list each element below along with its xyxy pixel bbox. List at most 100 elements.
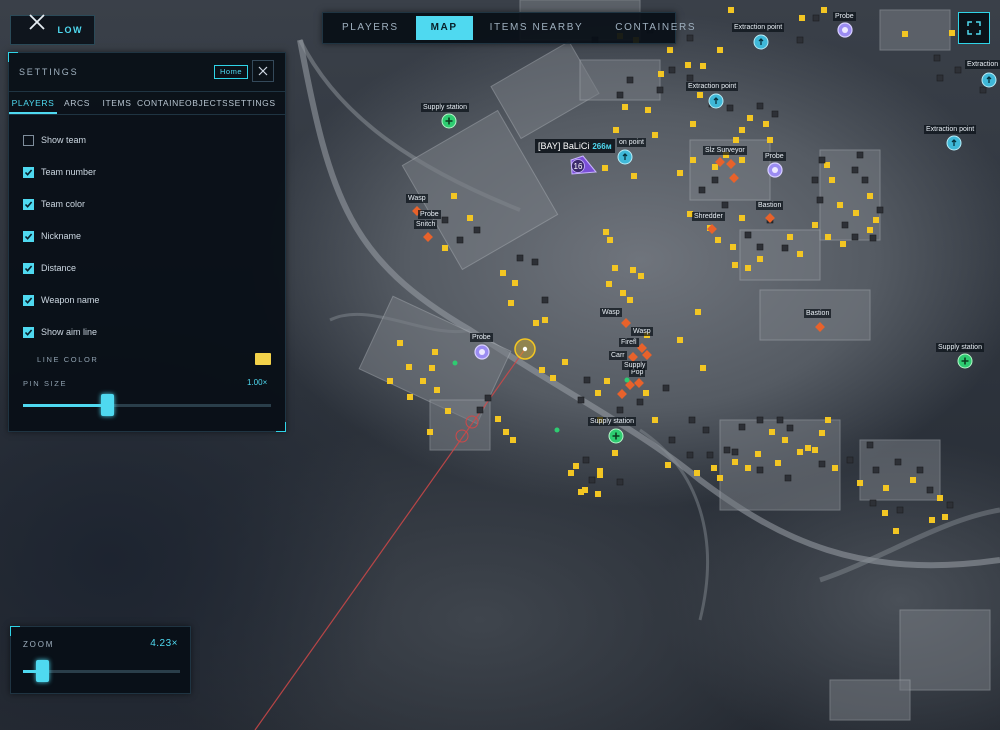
checkbox[interactable] bbox=[23, 262, 34, 274]
pin-size-slider[interactable] bbox=[23, 404, 271, 407]
option-team-color[interactable]: Team color bbox=[23, 196, 85, 212]
fullscreen-button[interactable] bbox=[958, 12, 990, 44]
container-marker bbox=[841, 221, 849, 229]
loot-marker bbox=[602, 165, 608, 171]
main-tabs: PLAYERS MAP ITEMS NEARBY CONTAINERS bbox=[322, 12, 695, 44]
loot-marker bbox=[711, 465, 717, 471]
checkbox[interactable] bbox=[23, 166, 34, 178]
map-label: Wasp bbox=[631, 327, 653, 336]
zoom-slider-thumb[interactable] bbox=[35, 660, 49, 682]
loot-marker bbox=[712, 164, 718, 170]
map-label: Probe bbox=[763, 152, 786, 161]
settings-title: SETTINGS bbox=[19, 67, 79, 77]
container-marker bbox=[756, 466, 764, 474]
loot-marker bbox=[630, 267, 636, 273]
container-marker bbox=[686, 451, 694, 459]
map-label: Bastion bbox=[756, 201, 784, 210]
panel-corner bbox=[276, 422, 286, 432]
loot-marker bbox=[667, 47, 673, 53]
container-marker bbox=[616, 406, 624, 414]
map-label: Slz Surveyor bbox=[703, 146, 747, 155]
checkbox[interactable] bbox=[23, 134, 34, 146]
map-label: Firefl bbox=[619, 338, 639, 347]
loot-marker bbox=[797, 449, 803, 455]
settings-tab-settings[interactable]: SETTINGS bbox=[227, 92, 277, 114]
option-show-aim-line[interactable]: Show aim line bbox=[23, 324, 97, 340]
checkbox[interactable] bbox=[23, 230, 34, 242]
option-label: Distance bbox=[41, 263, 77, 273]
container-marker bbox=[636, 398, 644, 406]
item-dot bbox=[554, 427, 560, 433]
map-label: Supply station bbox=[421, 103, 469, 112]
loot-marker bbox=[829, 177, 835, 183]
home-button[interactable]: Home bbox=[214, 65, 249, 79]
container-marker bbox=[582, 456, 590, 464]
tab-map[interactable]: MAP bbox=[415, 16, 473, 40]
container-marker bbox=[979, 86, 987, 94]
probe-icon bbox=[842, 27, 848, 33]
loot-marker bbox=[782, 437, 788, 443]
container-marker bbox=[473, 226, 481, 234]
settings-tab-arcs[interactable]: ARCS bbox=[57, 92, 97, 114]
loot-marker bbox=[578, 489, 584, 495]
pin-size-slider-thumb[interactable] bbox=[101, 394, 115, 416]
container-marker bbox=[926, 486, 934, 494]
settings-tab-items[interactable]: ITEMS bbox=[97, 92, 137, 114]
loot-marker bbox=[397, 340, 403, 346]
building bbox=[401, 109, 559, 271]
option-team-number[interactable]: Team number bbox=[23, 164, 96, 180]
option-label: Team color bbox=[41, 199, 86, 209]
tab-containers[interactable]: CONTAINERS bbox=[600, 16, 711, 40]
loot-marker bbox=[728, 7, 734, 13]
settings-close-button[interactable] bbox=[252, 60, 274, 82]
loot-marker bbox=[949, 30, 955, 36]
settings-tab-objects[interactable]: OBJECTS bbox=[185, 92, 227, 114]
loot-marker bbox=[730, 244, 736, 250]
container-marker bbox=[916, 466, 924, 474]
container-marker bbox=[616, 91, 624, 99]
player-nameplate[interactable]: [BAY] BaLiCi 266м bbox=[535, 139, 615, 153]
loot-marker bbox=[717, 47, 723, 53]
player-distance: 266м bbox=[592, 142, 612, 151]
check-icon bbox=[24, 168, 33, 176]
loot-marker bbox=[825, 234, 831, 240]
loot-marker bbox=[739, 215, 745, 221]
loot-marker bbox=[550, 375, 556, 381]
checkbox[interactable] bbox=[23, 198, 34, 210]
option-nickname[interactable]: Nickname bbox=[23, 228, 81, 244]
tab-players[interactable]: PLAYERS bbox=[327, 16, 414, 40]
loot-marker bbox=[620, 290, 626, 296]
loot-marker bbox=[837, 202, 843, 208]
zoom-value: 4.23× bbox=[150, 638, 178, 649]
loot-marker bbox=[467, 215, 473, 221]
container-marker bbox=[872, 466, 880, 474]
settings-tab-players[interactable]: PLAYERS bbox=[9, 92, 57, 114]
loot-marker bbox=[508, 300, 514, 306]
loot-marker bbox=[604, 378, 610, 384]
loot-marker bbox=[631, 173, 637, 179]
enemy-marker bbox=[642, 350, 652, 360]
tab-items-nearby[interactable]: ITEMS NEARBY bbox=[475, 16, 599, 40]
probe-icon bbox=[479, 349, 485, 355]
container-marker bbox=[577, 396, 585, 404]
checkbox[interactable] bbox=[23, 294, 34, 306]
loot-marker bbox=[510, 437, 516, 443]
loot-marker bbox=[442, 245, 448, 251]
settings-tab-containers[interactable]: CONTAINERS bbox=[137, 92, 185, 114]
zoom-panel: ZOOM 4.23× bbox=[10, 626, 191, 694]
container-marker bbox=[856, 151, 864, 159]
option-weapon-name[interactable]: Weapon name bbox=[23, 292, 99, 308]
container-marker bbox=[702, 426, 710, 434]
container-marker bbox=[876, 206, 884, 214]
checkbox[interactable] bbox=[23, 326, 34, 338]
loot-marker bbox=[755, 451, 761, 457]
close-map-button[interactable] bbox=[18, 8, 56, 36]
container-marker bbox=[686, 74, 694, 82]
loot-marker bbox=[607, 237, 613, 243]
option-distance[interactable]: Distance bbox=[23, 260, 76, 276]
container-marker bbox=[846, 456, 854, 464]
map-label: Supply station bbox=[588, 417, 636, 426]
item-dot bbox=[624, 377, 630, 383]
option-show-team[interactable]: Show team bbox=[23, 132, 86, 148]
line-color-swatch[interactable] bbox=[255, 353, 271, 365]
